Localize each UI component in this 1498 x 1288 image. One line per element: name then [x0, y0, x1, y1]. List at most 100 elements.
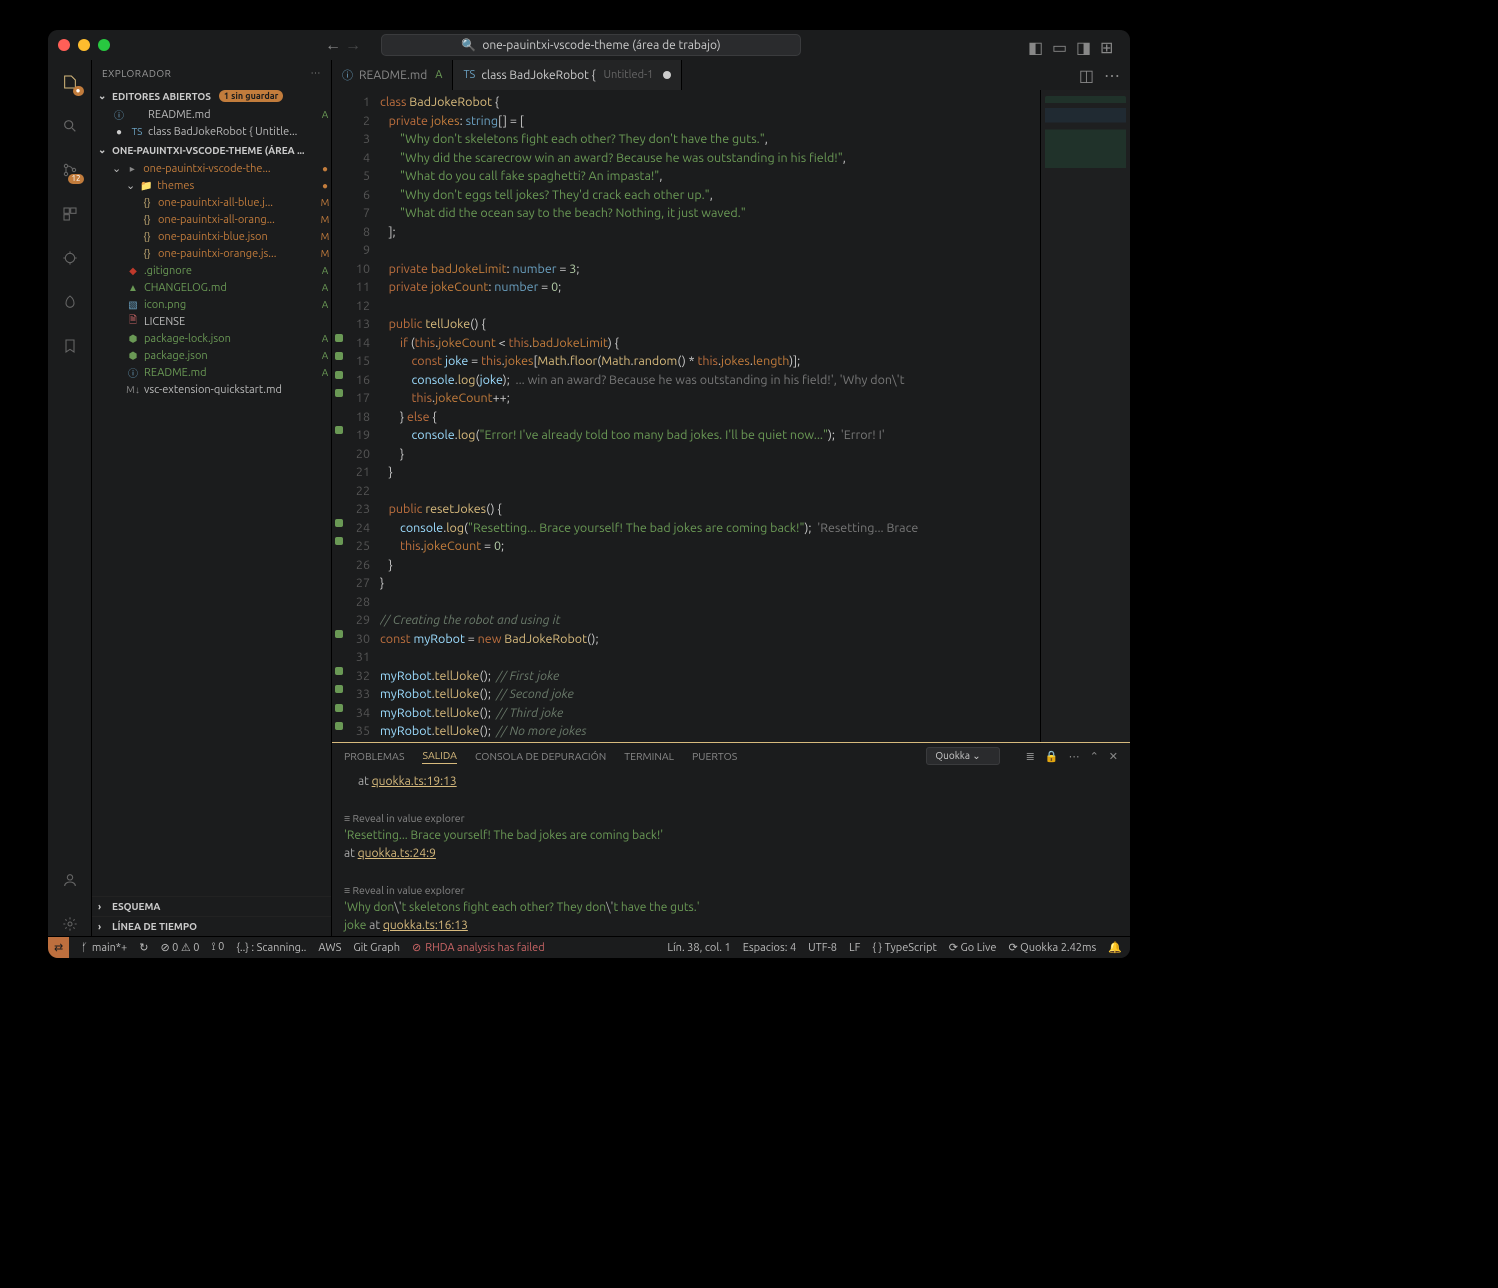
status-problems[interactable]: ⊘ 0 ⚠ 0	[160, 941, 199, 954]
file-item[interactable]: ▲CHANGELOG.mdA	[92, 279, 331, 296]
minimize-window[interactable]	[78, 39, 90, 51]
file-item[interactable]: {}one-pauintxi-all-blue.j...M	[92, 194, 331, 211]
editor-more-icon[interactable]: ⋯	[1104, 66, 1120, 85]
titlebar: ← → 🔍 one-pauintxi-vscode-theme (área de…	[48, 30, 1130, 60]
status-golive[interactable]: ⟳ Go Live	[949, 941, 997, 954]
status-cursor[interactable]: Lín. 38, col. 1	[667, 942, 730, 954]
status-spaces[interactable]: Espacios: 4	[743, 942, 796, 954]
status-language[interactable]: { } TypeScript	[872, 942, 936, 954]
status-sync[interactable]: ↻	[139, 941, 148, 954]
open-editor-label: README.md	[148, 109, 315, 121]
activity-accounts[interactable]	[58, 868, 82, 892]
activity-extensions[interactable]	[58, 202, 82, 226]
activity-bookmarks[interactable]	[58, 334, 82, 358]
chevron-right-icon: ›	[98, 901, 108, 912]
close-window[interactable]	[58, 39, 70, 51]
open-editor-item[interactable]: ●TSclass BadJokeRobot { Untitle...	[92, 123, 331, 140]
file-icon: {}	[140, 197, 154, 208]
file-icon: ▧	[126, 299, 140, 311]
file-item[interactable]: {}one-pauintxi-blue.jsonM	[92, 228, 331, 245]
panel-more-icon[interactable]: ⋯	[1069, 750, 1080, 763]
output-channel-select[interactable]: Quokka ⌄	[926, 747, 999, 765]
activity-settings[interactable]	[58, 912, 82, 936]
panel-tab-terminal[interactable]: TERMINAL	[624, 750, 674, 762]
file-icon: 🗎	[126, 313, 140, 330]
status-bell-icon[interactable]: 🔔	[1108, 941, 1122, 954]
file-icon: ⬢	[126, 333, 140, 345]
file-label: package-lock.json	[144, 333, 315, 345]
file-status: A	[319, 367, 331, 378]
sidebar-more-icon[interactable]: ⋯	[311, 67, 322, 79]
layout-panel-icon[interactable]: ▭	[1052, 38, 1066, 52]
panel-tab-problems[interactable]: PROBLEMAS	[344, 750, 404, 762]
file-item[interactable]: ⓘ README.md A	[92, 364, 331, 381]
file-item[interactable]: ⬢package-lock.jsonA	[92, 330, 331, 347]
output-body[interactable]: at quokka.ts:19:13 Reveal in value explo…	[332, 769, 1130, 936]
file-icon: ⓘ	[126, 365, 140, 380]
layout-sidebar-left-icon[interactable]: ◧	[1028, 38, 1042, 52]
activity-quokka[interactable]	[58, 290, 82, 314]
sidebar-explorer: EXPLORADOR ⋯ ⌄ EDITORES ABIERTOS 1 sin g…	[92, 60, 332, 936]
status-gitgraph[interactable]: Git Graph	[353, 942, 400, 954]
open-editor-item[interactable]: ⓘREADME.mdA	[92, 106, 331, 123]
statusbar: ⇄ ᚶ main*+ ↻ ⊘ 0 ⚠ 0 ⟟ 0 {..} : Scanning…	[48, 936, 1130, 958]
open-editors-header[interactable]: ⌄ EDITORES ABIERTOS 1 sin guardar	[92, 86, 331, 106]
file-status: M	[319, 231, 331, 242]
folder-item[interactable]: ⌄▸one-pauintxi-vscode-the...●	[92, 160, 331, 177]
activity-explorer[interactable]: ●	[58, 70, 82, 94]
status-radio[interactable]: ⟟ 0	[211, 941, 224, 954]
editor-body[interactable]: 1234567891011121314151617181920212223242…	[332, 90, 1130, 742]
status-encoding[interactable]: UTF-8	[808, 942, 837, 954]
panel-tab-debug-console[interactable]: CONSOLA DE DEPURACIÓN	[475, 750, 606, 762]
file-item[interactable]: ◆.gitignoreA	[92, 262, 331, 279]
activity-search[interactable]	[58, 114, 82, 138]
file-label: one-pauintxi-orange.js...	[158, 248, 315, 260]
nav-back-icon[interactable]: ←	[325, 36, 341, 55]
file-item[interactable]: ⬢package.jsonA	[92, 347, 331, 364]
command-center[interactable]: 🔍 one-pauintxi-vscode-theme (área de tra…	[381, 34, 801, 56]
file-item[interactable]: M↓vsc-extension-quickstart.md	[92, 381, 331, 398]
file-label: one-pauintxi-all-blue.j...	[158, 197, 315, 209]
timeline-header[interactable]: › LÍNEA DE TIEMPO	[92, 916, 331, 936]
output-lock-icon[interactable]: 🔒	[1045, 750, 1059, 763]
status-scanning[interactable]: {..} : Scanning..	[236, 942, 306, 954]
activity-run-debug[interactable]	[58, 246, 82, 270]
file-item[interactable]: {}one-pauintxi-all-orang...M	[92, 211, 331, 228]
workspace-header[interactable]: ⌄ ONE-PAUINTXI-VSCODE-THEME (ÁREA ...	[92, 140, 331, 160]
layout-customize-icon[interactable]: ⊞	[1100, 38, 1114, 52]
folder-icon: 📁	[139, 180, 153, 192]
status-rhda[interactable]: ⊘ RHDA analysis has failed	[412, 941, 545, 954]
file-label: LICENSE	[144, 316, 315, 328]
status-eol[interactable]: LF	[849, 942, 860, 954]
activity-source-control[interactable]: 12	[58, 158, 82, 182]
panel-maximize-icon[interactable]: ⌃	[1090, 750, 1099, 763]
minimap[interactable]	[1040, 90, 1130, 742]
editor-tab[interactable]: TSclass BadJokeRobot {Untitled-1	[453, 60, 682, 90]
tab-label: README.md	[359, 69, 427, 82]
output-filter-icon[interactable]: ≣	[1026, 750, 1035, 763]
outline-header[interactable]: › ESQUEMA	[92, 896, 331, 916]
layout-sidebar-right-icon[interactable]: ◨	[1076, 38, 1090, 52]
sidebar-title: EXPLORADOR	[102, 68, 171, 79]
file-item[interactable]: {}one-pauintxi-orange.js...M	[92, 245, 331, 262]
panel-tab-output[interactable]: SALIDA	[422, 749, 457, 764]
status-aws[interactable]: AWS	[318, 942, 341, 954]
status-quokka[interactable]: ⟳ Quokka 2.42ms	[1008, 941, 1096, 954]
panel-close-icon[interactable]: ✕	[1109, 750, 1118, 763]
status-branch[interactable]: ᚶ main*+	[81, 942, 127, 954]
tab-suffix: Untitled-1	[604, 69, 654, 81]
panel-tab-ports[interactable]: PUERTOS	[692, 750, 737, 762]
folder-item[interactable]: ⌄📁themes●	[92, 177, 331, 194]
file-item[interactable]: ▧icon.pngA	[92, 296, 331, 313]
editor-tab[interactable]: ⓘREADME.mdA	[332, 60, 453, 90]
file-label: README.md	[144, 367, 315, 379]
maximize-window[interactable]	[98, 39, 110, 51]
file-status: ●	[319, 180, 331, 192]
nav-forward-icon[interactable]: →	[345, 36, 361, 55]
split-editor-icon[interactable]: ◫	[1079, 66, 1094, 85]
file-item[interactable]: 🗎 LICENSE	[92, 313, 331, 330]
activity-bar: ● 12	[48, 60, 92, 936]
status-rhda-label: RHDA analysis has failed	[425, 942, 544, 954]
remote-indicator[interactable]: ⇄	[48, 937, 69, 959]
file-icon: ◆	[126, 265, 140, 277]
